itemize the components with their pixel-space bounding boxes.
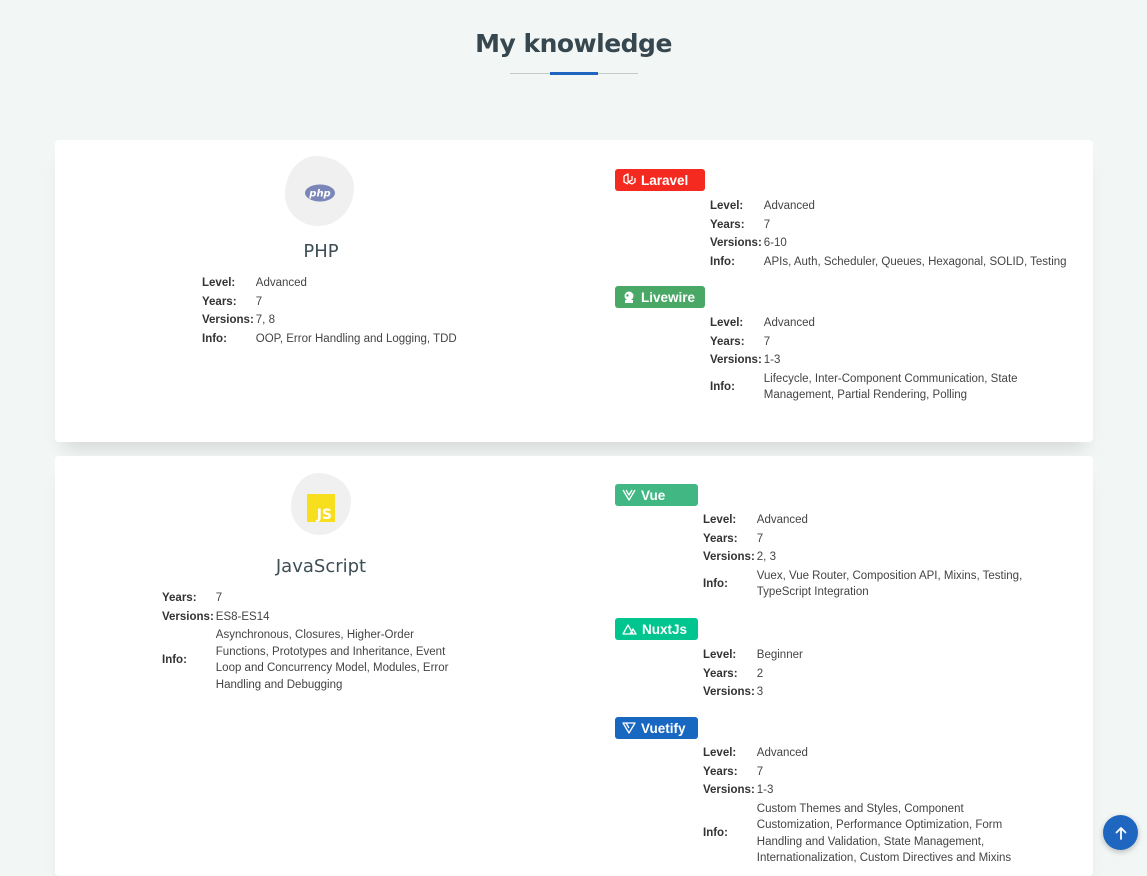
language-title-javascript: JavaScript: [275, 556, 367, 577]
vue-info-table: Level: Advanced Years: 7 Versions: 2, 3 Inf…: [703, 514, 1023, 598]
javascript-icon: JS: [307, 494, 335, 523]
info-row-level: Level: Advanced: [202, 277, 307, 289]
language-title-php: PHP: [303, 241, 339, 262]
svg-text:php: php: [308, 189, 330, 200]
info-row-versions: Versions: 7, 8: [202, 314, 275, 326]
svg-text:JS: JS: [316, 507, 332, 523]
javascript-info-table: Years: 7 Versions: ES8-ES14 Info: Asynchron…: [162, 592, 449, 691]
framework-badge-livewire: Livewire: [615, 286, 705, 308]
info-row-info: Info: OOP, Error Handling and Logging, TD…: [202, 332, 457, 345]
framework-badge-vue: Vue: [615, 484, 698, 506]
javascript-card: JS JavaScript Years: 7 Versions: ES8-ES14 …: [55, 456, 1093, 876]
framework-badge-laravel: Laravel: [615, 169, 705, 191]
nuxtjs-info-table: Level: Beginner Years: 2 Versions: 3: [703, 649, 803, 698]
livewire-icon: [624, 291, 634, 303]
php-logo: php: [285, 156, 354, 226]
vue-icon: [622, 489, 636, 501]
framework-badge-nuxtjs: NuxtJs: [615, 618, 698, 640]
framework-badge-vuetify: Vuetify: [615, 717, 698, 739]
javascript-logo: JS: [291, 473, 351, 535]
nuxt-icon: [622, 624, 637, 635]
php-card: php PHP Level: Advanced Years: 7 Versions:…: [55, 140, 1093, 442]
info-row-years: Years: 7: [202, 295, 263, 308]
livewire-info-table: Level: Advanced Years: 7 Versions: 1-3 Info…: [710, 317, 1018, 401]
laravel-icon: [623, 173, 636, 185]
scroll-to-top-button[interactable]: [1103, 815, 1138, 850]
vuetify-icon: [622, 722, 636, 734]
php-icon: php: [305, 184, 335, 202]
vuetify-info-table: Level: Advanced Years: 7 Versions: 1-3 Info…: [703, 747, 1012, 864]
laravel-info-table: Level: Advanced Years: 7 Versions: 6-10 Inf…: [710, 200, 1067, 268]
php-info-table: Level: Advanced Years: 7 Versions: 7, 8 Inf…: [202, 274, 457, 348]
title-divider-accent: [550, 72, 598, 75]
page-title: My knowledge: [475, 29, 672, 58]
arrow-up-icon: [1115, 826, 1126, 840]
